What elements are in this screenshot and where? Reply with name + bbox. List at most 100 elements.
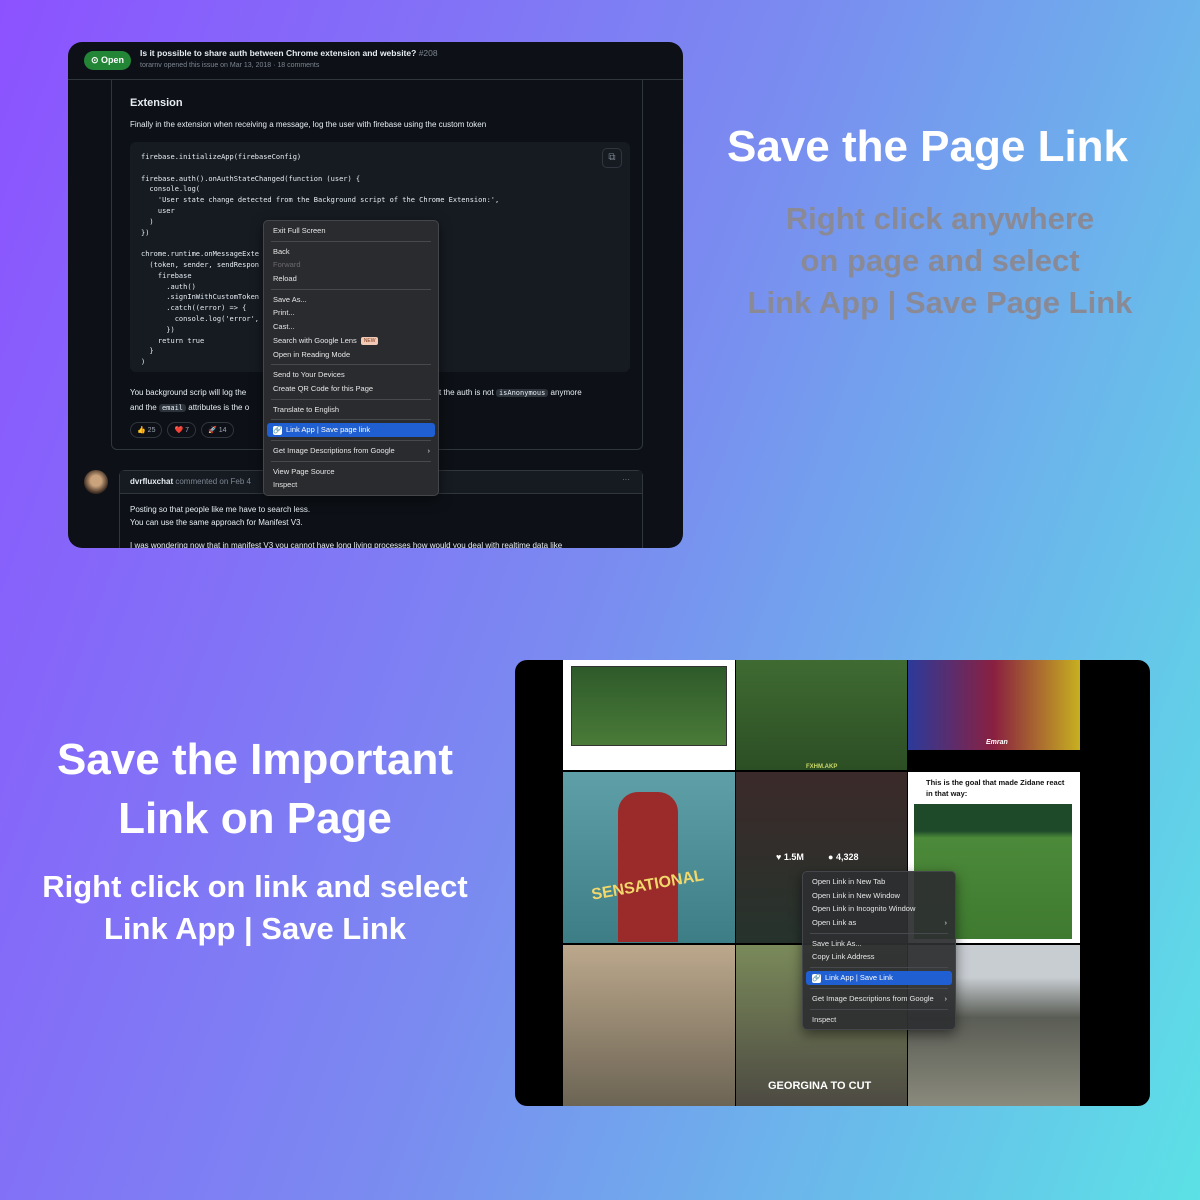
feed-tile-players[interactable]: FXHM.AKP xyxy=(736,660,907,770)
menu-item[interactable]: Create QR Code for this Page xyxy=(264,382,438,396)
comments-count: ● 4,328 xyxy=(828,852,859,862)
likes-count: ♥ 1.5M xyxy=(776,852,804,862)
menu-separator xyxy=(271,240,431,242)
menu-item[interactable]: Copy Link Address xyxy=(803,950,955,964)
chevron-right-icon: › xyxy=(944,993,948,1003)
menu-item-label: Get Image Descriptions from Google xyxy=(273,445,395,455)
overlay-text: GEORGINA TO CUT xyxy=(768,1080,872,1092)
text: anymore xyxy=(550,388,582,397)
line: on page and select xyxy=(800,243,1080,278)
menu-separator xyxy=(271,460,431,462)
menu-item[interactable]: Open Link in New Tab xyxy=(803,875,955,889)
top-subtitle: Right click anywhere on page and select … xyxy=(700,198,1180,324)
link-app-icon: 🔗 xyxy=(812,974,821,984)
menu-item[interactable]: Search with Google Lens NEW xyxy=(264,334,438,348)
comment-author[interactable]: dvrfluxchat xyxy=(130,477,173,486)
menu-item-label: Search with Google Lens xyxy=(273,335,357,345)
menu-item-label: Open in Reading Mode xyxy=(273,349,351,359)
copy-icon[interactable]: ⧉ xyxy=(602,148,622,168)
feed-tile-sensational[interactable]: SENSATIONAL xyxy=(563,772,735,943)
more-icon[interactable]: ··· xyxy=(622,475,630,484)
menu-item[interactable]: Save As... xyxy=(264,293,438,307)
menu-separator xyxy=(810,987,948,989)
menu-item[interactable]: Open Link as › xyxy=(803,916,955,930)
text: You background scrip will log the xyxy=(130,388,247,397)
count: 25 xyxy=(147,427,156,434)
social-feed-screenshot: FXHM.AKP Emran SENSATIONAL ♥ 1.5M ● 4,32… xyxy=(515,660,1150,1106)
tweet-text: This is the goal that made Zidane react … xyxy=(926,778,1065,798)
menu-separator xyxy=(810,932,948,934)
menu-separator xyxy=(271,364,431,366)
new-badge: NEW xyxy=(360,336,379,345)
menu-item-label: Cast... xyxy=(273,322,295,332)
menu-item[interactable]: Cast... xyxy=(264,320,438,334)
menu-separator xyxy=(271,419,431,421)
status-badge: ⊙ Open xyxy=(84,51,132,70)
menu-item[interactable]: Translate to English xyxy=(264,403,438,417)
feed-tile-smoke[interactable] xyxy=(563,945,735,1106)
line: You can use the same approach for Manife… xyxy=(130,518,303,527)
section-heading: Extension xyxy=(130,97,183,109)
menu-item-label: Open Link as xyxy=(812,918,857,928)
thumbs-up-icon: 👍 xyxy=(137,427,146,434)
menu-item[interactable]: Reload xyxy=(264,272,438,286)
feed-tile-barca[interactable]: Emran xyxy=(908,660,1080,750)
menu-item-label: Open Link in Incognito Window xyxy=(812,904,916,914)
page-context-menu: Exit Full Screen Back Forward Reload Save As… xyxy=(263,220,439,496)
line: Posting so that people like me have to s… xyxy=(130,505,311,514)
menu-item[interactable]: Get Image Descriptions from Google › xyxy=(264,444,438,458)
menu-item-link-app[interactable]: 🔗 Link App | Save Link xyxy=(806,971,952,985)
reactions: 👍 25 ❤️ 7 🚀 14 xyxy=(130,422,234,438)
heart-icon: ❤️ xyxy=(174,427,184,434)
menu-item[interactable]: Open Link in Incognito Window xyxy=(803,902,955,916)
bottom-title: Save the Important Link on Page xyxy=(20,730,490,848)
intro-text: Finally in the extension when receiving … xyxy=(130,120,487,129)
overlay-text: Emran xyxy=(986,739,1008,746)
menu-item[interactable]: Inspect xyxy=(803,1013,955,1027)
menu-item-label: Copy Link Address xyxy=(812,952,875,962)
menu-separator xyxy=(271,439,431,441)
menu-item-label: Exit Full Screen xyxy=(273,226,326,235)
inline-code: isAnonymous xyxy=(495,389,549,397)
menu-item-link-app[interactable]: 🔗 Link App | Save page link xyxy=(267,423,435,437)
menu-item[interactable]: Inspect xyxy=(264,478,438,492)
menu-item[interactable]: Get Image Descriptions from Google › xyxy=(803,992,955,1006)
issue-title: Is it possible to share auth between Chr… xyxy=(140,48,438,58)
chevron-right-icon: › xyxy=(427,445,431,455)
link-app-icon: 🔗 xyxy=(273,426,282,436)
text: attributes is the o xyxy=(188,402,250,412)
reaction-thumbs-up[interactable]: 👍 25 xyxy=(130,422,163,438)
inline-code: email xyxy=(158,403,187,412)
menu-item-label: Send to Your Devices xyxy=(273,370,345,380)
menu-item-label: Back xyxy=(273,246,290,256)
menu-item[interactable]: Open Link in New Window xyxy=(803,889,955,903)
menu-item[interactable]: View Page Source xyxy=(264,465,438,479)
menu-item[interactable]: Open in Reading Mode xyxy=(264,348,438,362)
menu-item[interactable]: Send to Your Devices xyxy=(264,368,438,382)
line: Link on Page xyxy=(118,794,392,843)
menu-item-label: Translate to English xyxy=(273,404,340,414)
menu-item[interactable]: Exit Full Screen xyxy=(264,224,438,238)
line: Link App | Save Link xyxy=(103,911,407,946)
menu-item[interactable]: Forward xyxy=(264,258,438,272)
menu-separator xyxy=(271,398,431,400)
text: and the xyxy=(130,402,157,412)
likes-value: 1.5M xyxy=(783,852,804,862)
menu-separator xyxy=(810,967,948,969)
menu-separator xyxy=(271,288,431,290)
menu-item-label: Open Link in New Tab xyxy=(812,877,886,886)
line: Right click anywhere xyxy=(785,201,1095,236)
menu-item-label: Link App | Save page link xyxy=(286,425,371,435)
menu-item[interactable]: Save Link As... xyxy=(803,937,955,951)
avatar[interactable] xyxy=(84,470,108,494)
reaction-rocket[interactable]: 🚀 14 xyxy=(201,422,234,438)
issue-meta: torarnv opened this issue on Mar 13, 201… xyxy=(140,62,320,69)
menu-item-label: Inspect xyxy=(812,1014,837,1024)
menu-item-label: Reload xyxy=(273,274,297,284)
menu-item[interactable]: Print... xyxy=(264,306,438,320)
menu-item[interactable]: Back xyxy=(264,245,438,259)
menu-item-label: Create QR Code for this Page xyxy=(273,383,374,393)
menu-item-label: Get Image Descriptions from Google xyxy=(812,993,934,1003)
reaction-heart[interactable]: ❤️ 7 xyxy=(167,422,197,438)
feed-tile-pitch[interactable] xyxy=(563,660,735,770)
